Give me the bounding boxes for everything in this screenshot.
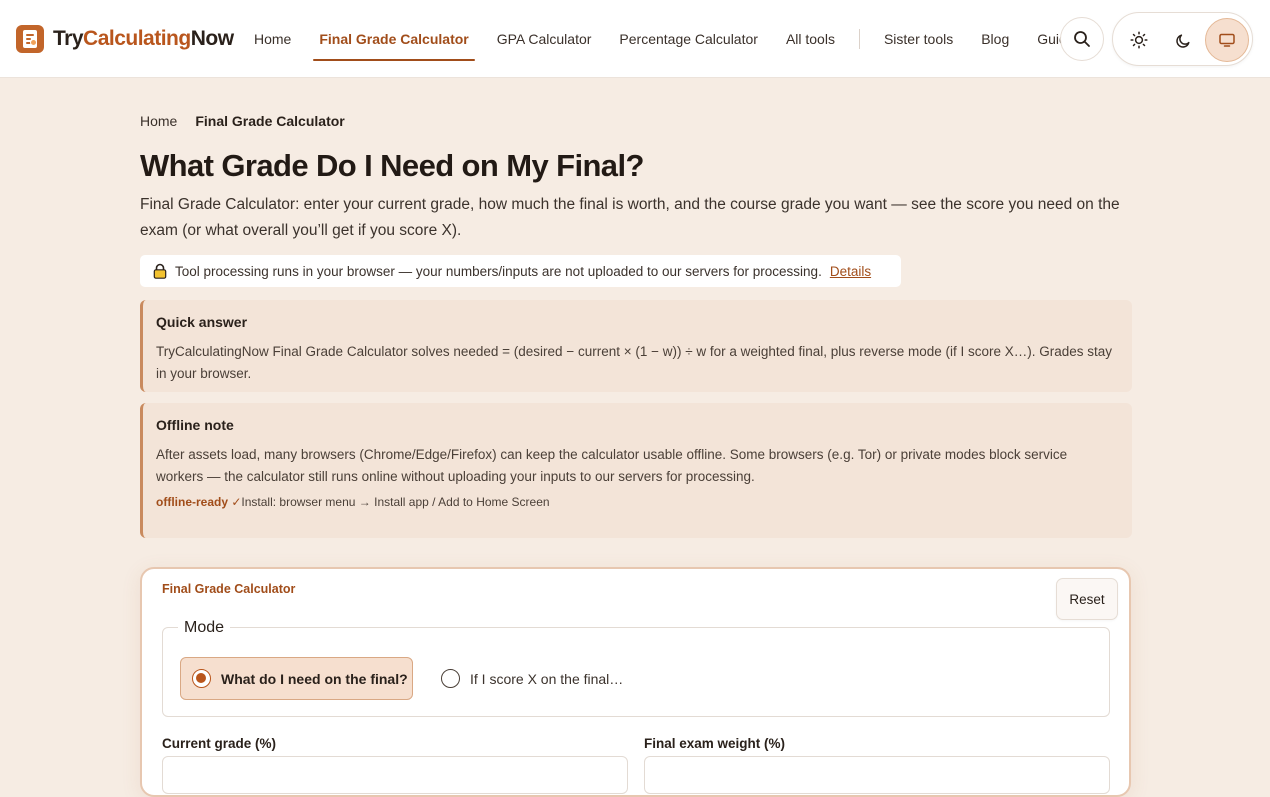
current-grade-input[interactable] xyxy=(162,756,628,794)
calculator-logo-icon xyxy=(16,25,44,53)
offline-note-box: Offline note After assets load, many bro… xyxy=(140,403,1132,538)
search-icon xyxy=(1074,31,1090,47)
nav-percentage-calculator[interactable]: Percentage Calculator xyxy=(605,0,772,78)
nav-sister-tools[interactable]: Sister tools xyxy=(870,0,967,78)
privacy-details-link[interactable]: Details xyxy=(830,264,871,279)
page-title: What Grade Do I Need on My Final? xyxy=(140,148,644,183)
mode-fieldset: Mode What do I need on the final? If I s… xyxy=(162,619,1110,717)
current-grade-label: Current grade (%) xyxy=(162,736,277,751)
nav-divider xyxy=(858,29,860,49)
offline-ready-status: offline-ready ✓ xyxy=(156,495,242,509)
monitor-icon xyxy=(1219,33,1235,47)
nav-blog[interactable]: Blog xyxy=(967,0,1023,78)
system-theme-button[interactable] xyxy=(1205,18,1249,62)
install-hint: Install: browser menu → Install app / Ad… xyxy=(241,495,550,509)
final-grade-calculator-card: Final Grade Calculator Reset Mode What d… xyxy=(140,567,1131,797)
search-button[interactable] xyxy=(1060,17,1104,61)
calculator-label: Final Grade Calculator xyxy=(162,582,296,596)
quick-answer-box: Quick answer TryCalculatingNow Final Gra… xyxy=(140,300,1132,392)
page-intro: Final Grade Calculator: enter your curre… xyxy=(140,196,1120,239)
mode-option-label: What do I need on the final? xyxy=(221,670,408,687)
sun-icon xyxy=(1130,31,1148,49)
radio-unselected-icon xyxy=(441,669,460,688)
lock-icon xyxy=(153,263,167,279)
mode-option-label: If I score X on the final… xyxy=(470,670,624,687)
site-logo[interactable]: TryCalculatingNow xyxy=(16,25,234,53)
breadcrumb-home[interactable]: Home xyxy=(140,113,177,129)
nav-home[interactable]: Home xyxy=(240,0,305,78)
mode-legend: Mode xyxy=(178,619,231,637)
mode-option-if-i-score-x[interactable]: If I score X on the final… xyxy=(441,657,623,700)
theme-switcher xyxy=(1112,12,1253,66)
privacy-notice: Tool processing runs in your browser — y… xyxy=(140,255,901,287)
mode-option-need-on-final[interactable]: What do I need on the final? xyxy=(180,657,413,700)
final-weight-input[interactable] xyxy=(644,756,1110,794)
offline-note-title: Offline note xyxy=(156,417,234,433)
radio-selected-icon xyxy=(192,669,211,688)
quick-answer-body: TryCalculatingNow Final Grade Calculator… xyxy=(156,344,1113,381)
logo-text: TryCalculatingNow xyxy=(53,27,234,50)
offline-status-line: offline-ready ✓Install: browser menu → I… xyxy=(156,495,1118,509)
final-weight-label: Final exam weight (%) xyxy=(644,736,786,751)
privacy-text: Tool processing runs in your browser — y… xyxy=(175,263,822,279)
nav-gpa-calculator[interactable]: GPA Calculator xyxy=(483,0,606,78)
light-theme-button[interactable] xyxy=(1117,18,1161,62)
dark-theme-button[interactable] xyxy=(1161,18,1205,62)
moon-icon xyxy=(1175,33,1190,48)
nav-final-grade-calculator[interactable]: Final Grade Calculator xyxy=(305,0,482,78)
nav-all-tools[interactable]: All tools xyxy=(772,0,849,78)
reset-button[interactable]: Reset xyxy=(1056,578,1118,620)
breadcrumb-current: Final Grade Calculator xyxy=(195,113,345,129)
quick-answer-title: Quick answer xyxy=(156,314,248,330)
breadcrumb: Home Final Grade Calculator xyxy=(140,113,345,129)
main-nav: Home Final Grade Calculator GPA Calculat… xyxy=(240,0,1096,78)
site-header: TryCalculatingNow Home Final Grade Calcu… xyxy=(0,0,1270,78)
offline-note-body: After assets load, many browsers (Chrome… xyxy=(156,447,1068,484)
